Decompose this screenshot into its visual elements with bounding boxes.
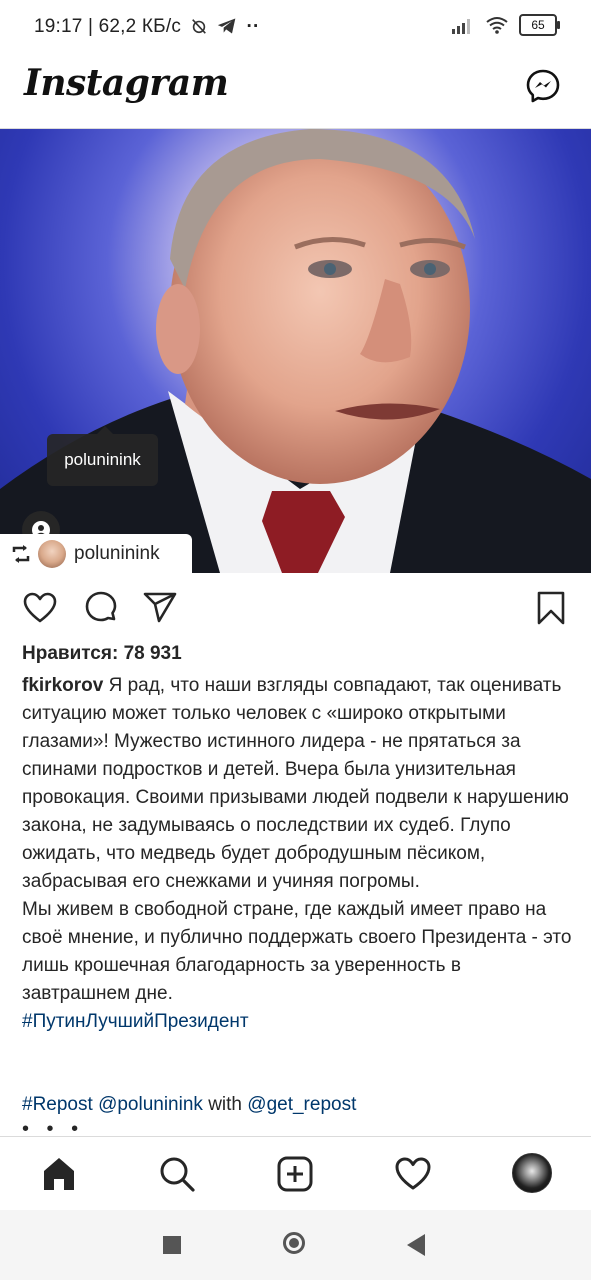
wifi-icon xyxy=(486,17,508,34)
bookmark-icon[interactable] xyxy=(533,590,569,626)
heart-icon[interactable] xyxy=(22,590,58,626)
user-tag-bubble[interactable]: poluninink xyxy=(47,426,158,486)
comment-icon[interactable] xyxy=(83,590,119,626)
alarm-off-icon xyxy=(191,19,206,34)
repost-user-avatar xyxy=(38,539,66,568)
messenger-icon[interactable] xyxy=(525,68,561,104)
status-bar: 19:17 | 62,2 КБ/с ·· 65 xyxy=(0,0,591,56)
repost-user-link[interactable]: @poluninink xyxy=(98,1094,203,1115)
repost-hashtag-link[interactable]: #Repost xyxy=(22,1094,93,1115)
author-username[interactable]: fkirkorov xyxy=(22,675,103,696)
telegram-icon xyxy=(217,18,236,34)
system-navigation-bar xyxy=(0,1210,591,1280)
battery-icon: 65 xyxy=(519,14,560,36)
repost-app-link[interactable]: @get_repost xyxy=(247,1094,356,1115)
hashtag-link[interactable]: #ПутинЛучшийПрезидент xyxy=(22,1011,249,1032)
portrait-illustration xyxy=(0,129,591,573)
back-button[interactable] xyxy=(407,1234,425,1256)
repost-credit: #Repost @poluninink with @get_repost xyxy=(22,1091,356,1119)
recents-button[interactable] xyxy=(163,1236,181,1254)
instagram-logo[interactable]: Instagram xyxy=(24,62,229,104)
more-dots-icon: ·· xyxy=(246,16,260,37)
post-image[interactable]: poluninink poluninink xyxy=(0,129,591,573)
search-icon[interactable] xyxy=(158,1155,196,1193)
repost-badge[interactable]: poluninink xyxy=(0,534,192,573)
repost-username: poluninink xyxy=(74,542,160,564)
likes-count[interactable]: Нравится: 78 931 xyxy=(22,643,182,665)
home-button[interactable] xyxy=(283,1232,305,1254)
profile-avatar[interactable] xyxy=(512,1153,552,1193)
post-actions xyxy=(0,586,591,630)
caption-text-1: Я рад, что наши взгляды совпадают, так о… xyxy=(22,675,569,892)
status-time-speed: 19:17 | 62,2 КБ/с xyxy=(34,16,182,37)
new-post-icon[interactable] xyxy=(276,1155,314,1193)
signal-icon xyxy=(452,19,470,34)
bottom-navigation xyxy=(0,1136,591,1211)
share-icon[interactable] xyxy=(142,590,178,626)
caption-text-2: Мы живем в свободной стране, где каждый … xyxy=(22,899,572,1004)
repost-icon xyxy=(12,544,30,563)
caption-paragraph-1: fkirkorov Я рад, что наши взгляды совпад… xyxy=(22,672,572,896)
app-header: Instagram xyxy=(0,56,591,129)
repost-with-text: with xyxy=(202,1094,248,1115)
activity-heart-icon[interactable] xyxy=(394,1155,432,1193)
post-caption: fkirkorov Я рад, что наши взгляды совпад… xyxy=(22,672,572,1036)
home-icon[interactable] xyxy=(40,1155,78,1193)
